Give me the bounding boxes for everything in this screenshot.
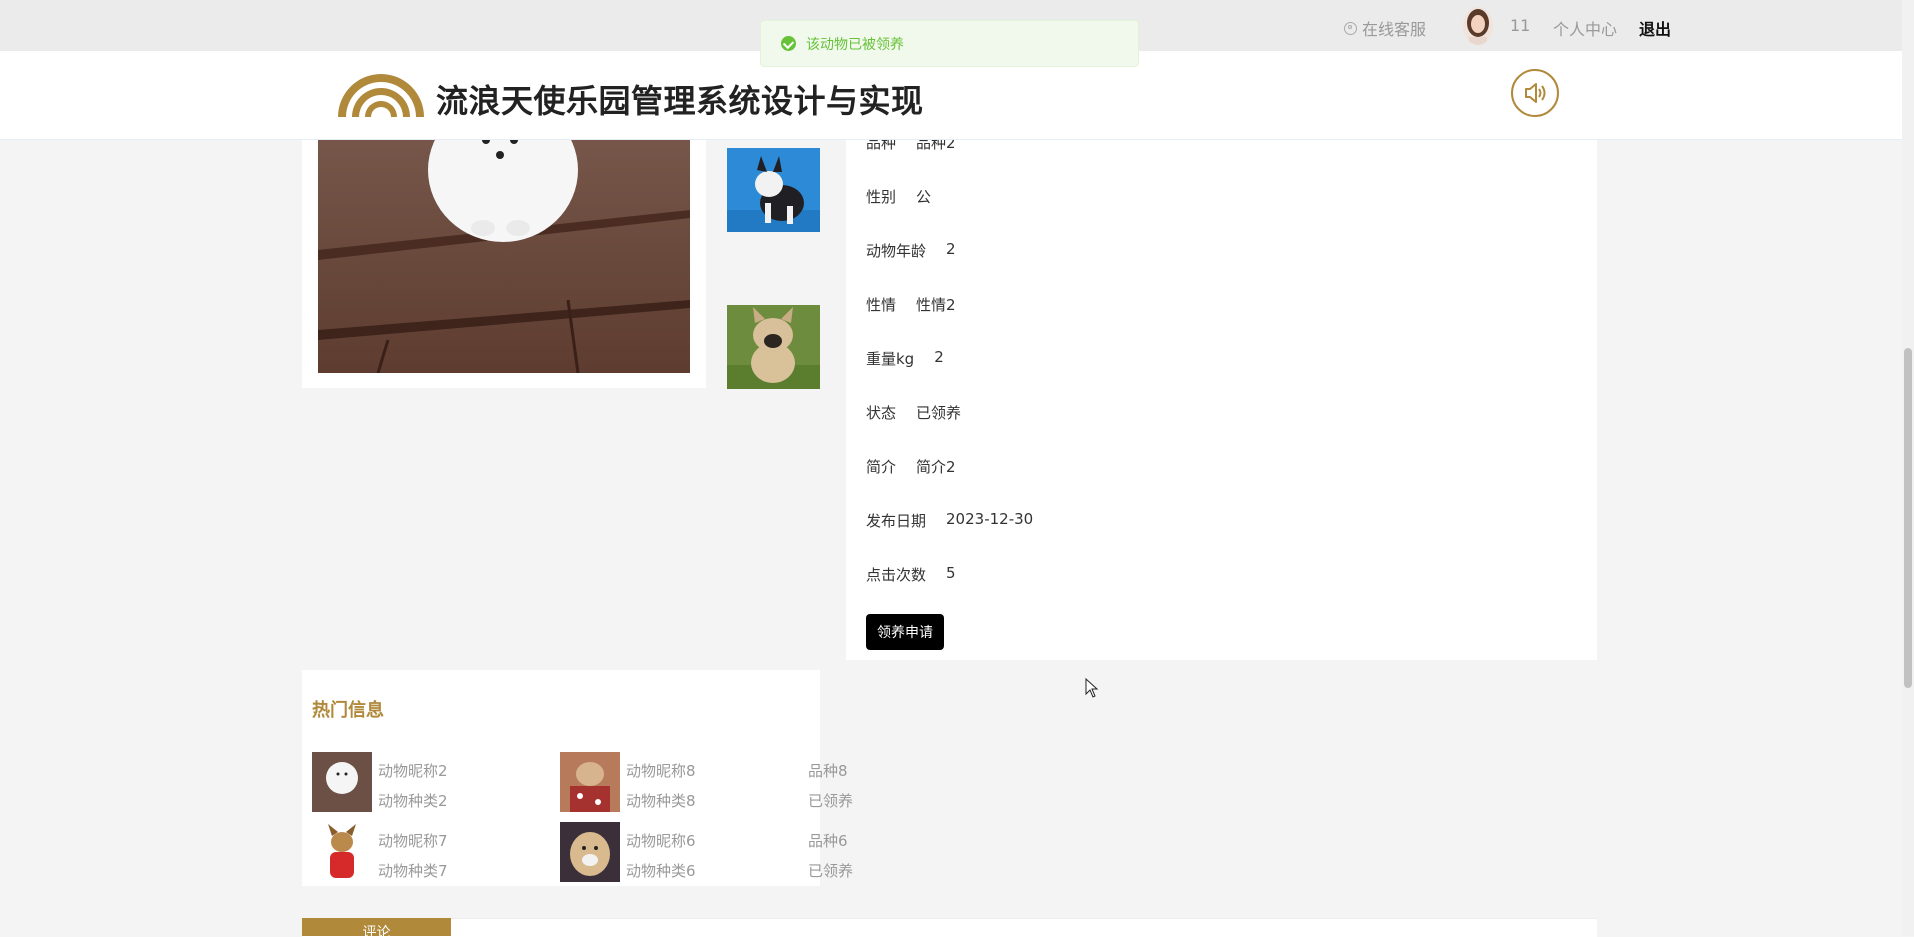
- logout-link[interactable]: 退出: [1639, 16, 1671, 40]
- hot-item-image: [560, 752, 620, 812]
- detail-value: 2: [934, 348, 944, 366]
- hot-item-status: 已领养: [808, 792, 854, 810]
- hot-item-image: [560, 822, 620, 882]
- detail-value: 公: [916, 188, 932, 206]
- speaker-icon: [1525, 83, 1546, 103]
- user-circle-icon: [1344, 21, 1357, 35]
- hot-item-image: [312, 822, 372, 882]
- hot-item-kind: 动物种类8: [626, 792, 696, 810]
- hot-item-name: 动物昵称7: [378, 832, 448, 850]
- hot-item-kind: 动物种类2: [378, 792, 448, 810]
- thumbnail-image[interactable]: [727, 148, 820, 232]
- main-image-frame: [302, 100, 706, 388]
- toast-message: 该动物已被领养: [760, 20, 1139, 67]
- detail-row-intro: 简介 简介2: [866, 456, 956, 477]
- thumbnail-image[interactable]: [727, 305, 820, 389]
- scrollbar-thumb[interactable]: [1904, 348, 1912, 688]
- tab-comment[interactable]: 评论: [302, 918, 451, 936]
- logo-arch-icon[interactable]: [336, 67, 426, 119]
- detail-row-age: 动物年龄 2: [866, 240, 956, 261]
- detail-row-publish-date: 发布日期 2023-12-30: [866, 510, 1033, 531]
- detail-row-click-count: 点击次数 5: [866, 564, 956, 585]
- hot-item-name: 动物昵称6: [626, 832, 696, 850]
- detail-label: 性情: [866, 296, 897, 314]
- hot-item-kind: 动物种类7: [378, 862, 448, 880]
- hot-item[interactable]: 动物昵称8 动物种类8 品种8 已领养: [560, 752, 860, 812]
- hot-info-panel: 热门信息 动物昵称2 动物种类2 动物昵称8 动物种类8 品种8 已领养 动物昵…: [302, 670, 853, 886]
- comment-section-bar: [302, 918, 1597, 937]
- detail-row-gender: 性别 公: [866, 186, 931, 207]
- hot-item-breed: 品种6: [808, 832, 848, 850]
- detail-label: 简介: [866, 458, 897, 476]
- main-animal-image: [318, 100, 690, 373]
- detail-row-temperament: 性情 性情2: [866, 294, 956, 315]
- detail-value: 简介2: [916, 458, 956, 476]
- hot-item-breed: 品种8: [808, 762, 848, 780]
- detail-value: 性情2: [916, 296, 956, 314]
- detail-value: 已领养: [916, 404, 962, 422]
- detail-value: 2: [946, 240, 956, 258]
- detail-row-status: 状态 已领养: [866, 402, 961, 423]
- personal-center-link[interactable]: 个人中心: [1553, 16, 1617, 40]
- hot-item-image: [312, 752, 372, 812]
- avatar[interactable]: [1463, 7, 1493, 45]
- detail-value: 2023-12-30: [946, 510, 1034, 528]
- hot-item[interactable]: 动物昵称6 动物种类6 品种6 已领养: [560, 822, 860, 882]
- hot-item-kind: 动物种类6: [626, 862, 696, 880]
- mouse-cursor-icon: [1085, 678, 1099, 698]
- detail-label: 点击次数: [866, 566, 927, 584]
- detail-row-weight: 重量kg 2: [866, 348, 944, 369]
- detail-label: 重量kg: [866, 350, 915, 368]
- online-service-link[interactable]: 在线客服: [1344, 16, 1426, 40]
- username[interactable]: 11: [1510, 16, 1530, 35]
- online-service-label: 在线客服: [1362, 20, 1427, 39]
- detail-label: 动物年龄: [866, 242, 927, 260]
- toast-text: 该动物已被领养: [806, 36, 904, 53]
- animal-detail-card: 品种 品种2 性别 公 动物年龄 2 性情 性情2 重量kg 2 状态 已领养 …: [846, 130, 1597, 660]
- speaker-button[interactable]: [1511, 69, 1559, 117]
- site-title: 流浪天使乐园管理系统设计与实现: [436, 82, 924, 120]
- hot-item-status: 已领养: [808, 862, 854, 880]
- detail-label: 发布日期: [866, 512, 927, 530]
- adopt-apply-button[interactable]: 领养申请: [866, 614, 944, 650]
- hot-info-title: 热门信息: [312, 700, 384, 721]
- detail-label: 状态: [866, 404, 897, 422]
- hot-item-name: 动物昵称8: [626, 762, 696, 780]
- detail-label: 性别: [866, 188, 897, 206]
- success-check-icon: [781, 36, 796, 51]
- detail-value: 5: [946, 564, 956, 582]
- hot-item-name: 动物昵称2: [378, 762, 448, 780]
